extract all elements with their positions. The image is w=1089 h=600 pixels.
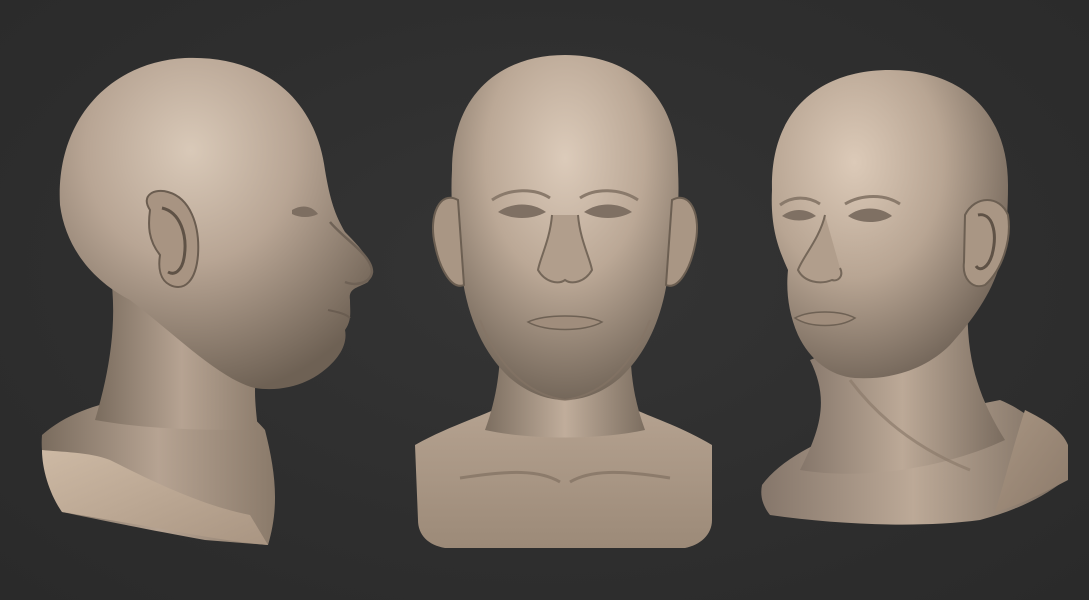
bust-three-quarter xyxy=(761,70,1068,525)
bust-front-ear-left xyxy=(432,196,466,287)
bust-left-head xyxy=(59,57,372,390)
viewport xyxy=(0,0,1089,600)
bust-left-profile xyxy=(41,57,374,545)
bust-front-ear-right xyxy=(664,196,698,287)
bust-front xyxy=(415,55,712,548)
bust-3q-ear xyxy=(962,199,1010,288)
